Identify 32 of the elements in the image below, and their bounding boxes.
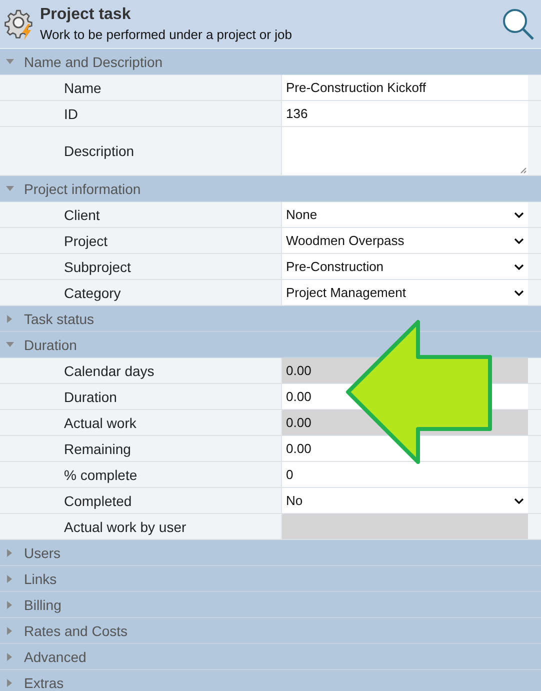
field-label: Subproject	[64, 258, 131, 274]
field-label: Remaining	[64, 440, 131, 456]
chevron-down-icon	[514, 238, 524, 244]
dropdown-field[interactable]: None	[282, 202, 528, 227]
field-label: Actual work by user	[64, 518, 186, 534]
dropdown-field[interactable]: No	[282, 488, 528, 513]
text-field[interactable]: Pre-Construction Kickoff	[282, 75, 528, 100]
field-label: % complete	[64, 466, 138, 482]
dropdown-field[interactable]: Project Management	[282, 280, 528, 305]
chevron-down-icon	[514, 212, 524, 218]
field-label: Completed	[64, 492, 132, 508]
dropdown-field[interactable]: Woodmen Overpass	[282, 228, 528, 253]
search-icon[interactable]	[501, 7, 535, 41]
field-label: Project	[64, 232, 108, 248]
resize-grip-icon[interactable]	[519, 166, 527, 174]
text-field[interactable]: 0	[282, 462, 528, 487]
page-title: Project task	[40, 6, 132, 24]
chevron-down-icon	[514, 264, 524, 270]
text-field[interactable]: 0.00	[282, 436, 528, 461]
field-label: Client	[64, 206, 100, 222]
text-field[interactable]: 136	[282, 101, 528, 126]
page-subtitle: Work to be performed under a project or job	[40, 27, 293, 42]
chevron-down-icon	[514, 290, 524, 296]
field-label: ID	[64, 106, 78, 122]
field-label: Duration	[64, 388, 117, 404]
chevron-down-icon	[514, 498, 524, 504]
field-label: Name	[64, 80, 102, 96]
dropdown-field[interactable]: Pre-Construction	[282, 254, 528, 279]
field-label: Category	[64, 284, 121, 300]
field-label: Calendar days	[64, 362, 154, 378]
field-label: Actual work	[64, 414, 136, 430]
field-label: Description	[64, 143, 134, 159]
